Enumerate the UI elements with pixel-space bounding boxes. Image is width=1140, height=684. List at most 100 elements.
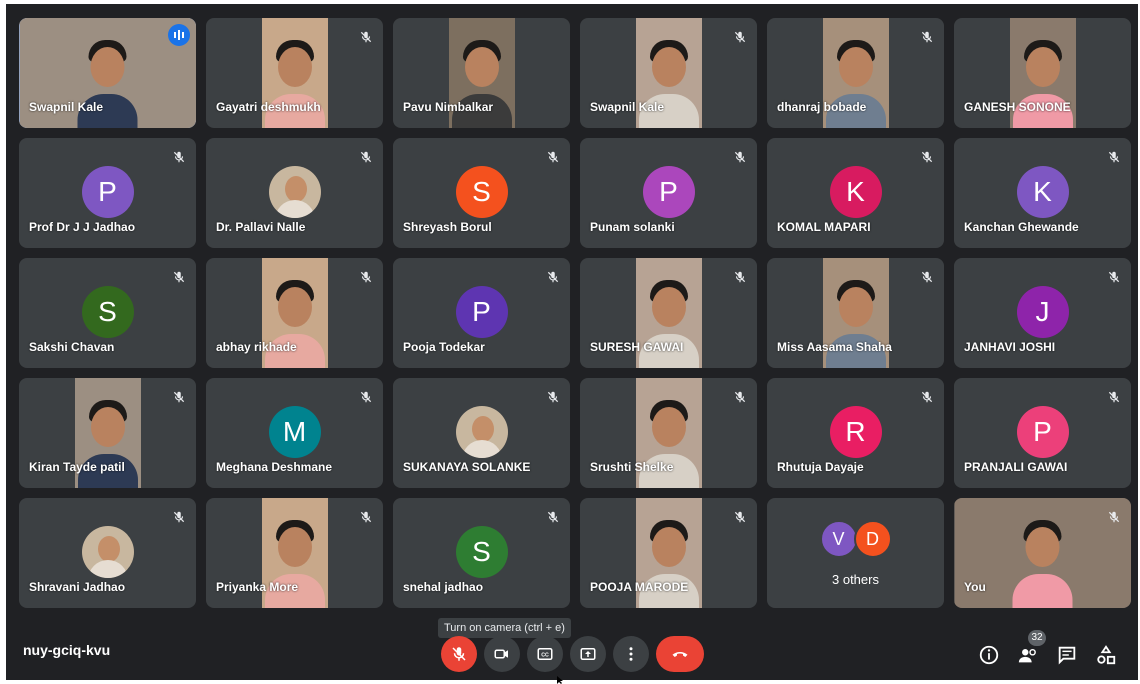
participant-name: Swapnil Kale — [29, 100, 104, 114]
participant-tile[interactable]: P Pooja Todekar — [393, 258, 570, 368]
participant-tile[interactable]: R Rhutuja Dayaje — [767, 378, 944, 488]
participant-tile[interactable]: K Kanchan Ghewande — [954, 138, 1131, 248]
participant-avatar: J — [1016, 286, 1069, 338]
participant-tile[interactable]: SURESH GAWAI — [580, 258, 757, 368]
participant-tile[interactable]: VD 3 others — [767, 498, 944, 608]
participant-avatar: S — [455, 166, 508, 218]
participant-tile[interactable]: POOJA MARODE — [580, 498, 757, 608]
mic-muted-icon — [733, 150, 747, 164]
mic-muted-icon — [359, 30, 373, 44]
participant-name: Meghana Deshmane — [216, 460, 333, 474]
participant-tile[interactable]: You — [954, 498, 1131, 608]
mic-toggle-button[interactable] — [441, 636, 477, 672]
participant-avatar: P — [455, 286, 508, 338]
present-button[interactable] — [570, 636, 606, 672]
more-options-icon — [629, 647, 633, 661]
mic-muted-icon — [1107, 270, 1121, 284]
participant-name: Pooja Todekar — [403, 340, 485, 354]
people-icon — [1018, 648, 1036, 663]
meeting-info-button[interactable] — [978, 644, 1000, 666]
participant-name: Pavu Nimbalkar — [403, 100, 494, 114]
chat-icon — [1058, 646, 1076, 665]
participant-name: dhanraj bobade — [777, 100, 867, 114]
camera-toggle-button[interactable] — [484, 636, 520, 672]
participant-tile[interactable]: S Sakshi Chavan — [19, 258, 196, 368]
mic-muted-icon — [1107, 390, 1121, 404]
participant-name: You — [964, 580, 986, 594]
camera-off-icon — [494, 649, 508, 659]
participant-name: Shreyash Borul — [403, 220, 492, 234]
participant-tile[interactable]: Gayatri deshmukh — [206, 18, 383, 128]
participant-avatar: M — [268, 406, 321, 458]
mic-muted-icon — [733, 390, 747, 404]
others-avatars: VD — [767, 520, 944, 558]
participant-photo-avatar — [268, 166, 321, 218]
participant-name: Swapnil Kale — [590, 100, 665, 114]
participant-tile[interactable]: Srushti Shelke — [580, 378, 757, 488]
participant-name: SUKANAYA SOLANKE — [403, 460, 531, 474]
more-options-button[interactable] — [613, 636, 649, 672]
participant-avatar: K — [1016, 166, 1069, 218]
captions-button[interactable]: CC — [527, 636, 563, 672]
meet-window: Swapnil Kale Gayatri deshmukh Pavu Nimbalk… — [6, 4, 1138, 680]
mic-muted-icon — [733, 510, 747, 524]
participant-avatar: R — [829, 406, 882, 458]
participant-avatar: S — [455, 526, 508, 578]
people-button[interactable] — [1017, 644, 1039, 666]
mouse-cursor-icon — [557, 676, 563, 684]
participant-tile[interactable]: S Shreyash Borul — [393, 138, 570, 248]
participant-tile[interactable]: Swapnil Kale — [580, 18, 757, 128]
mic-muted-icon — [1107, 150, 1121, 164]
participant-tile[interactable]: dhanraj bobade — [767, 18, 944, 128]
mic-muted-icon — [546, 270, 560, 284]
mic-muted-icon — [546, 390, 560, 404]
participant-tile[interactable]: abhay rikhade — [206, 258, 383, 368]
bottom-bar: nuy-gciq-kvu Turn on camera (ctrl + e) C… — [6, 614, 1138, 680]
mic-muted-icon — [546, 510, 560, 524]
participant-tile[interactable]: K KOMAL MAPARI — [767, 138, 944, 248]
participant-name: GANESH SONONE — [964, 100, 1071, 114]
participant-tile[interactable]: P PRANJALI GAWAI — [954, 378, 1131, 488]
others-avatar: D — [853, 520, 892, 558]
participant-tile[interactable]: M Meghana Deshmane — [206, 378, 383, 488]
participant-name: Dr. Pallavi Nalle — [216, 220, 306, 234]
participant-tile[interactable]: Swapnil Kale — [19, 18, 196, 128]
participant-photo-avatar — [455, 406, 508, 458]
participant-tile[interactable]: GANESH SONONE — [954, 18, 1131, 128]
meeting-code[interactable]: nuy-gciq-kvu — [23, 642, 110, 658]
mic-muted-icon — [359, 390, 373, 404]
participant-tile[interactable]: Miss Aasama Shaha — [767, 258, 944, 368]
participant-name: Miss Aasama Shaha — [777, 340, 892, 354]
participant-tile[interactable]: Ssnehal jadhao — [393, 498, 570, 608]
participant-name: Priyanka More — [216, 580, 299, 594]
mic-muted-icon — [920, 390, 934, 404]
participant-tile[interactable]: P Prof Dr J J Jadhao — [19, 138, 196, 248]
participant-name: Punam solanki — [590, 220, 675, 234]
participant-tile[interactable]: Shravani Jadhao — [19, 498, 196, 608]
participant-tile[interactable]: Priyanka More — [206, 498, 383, 608]
mic-muted-icon — [920, 270, 934, 284]
participant-tile[interactable]: J JANHAVI JOSHI — [954, 258, 1131, 368]
participant-tile[interactable]: Kiran Tayde patil — [19, 378, 196, 488]
chat-button[interactable] — [1056, 644, 1078, 666]
present-icon — [580, 648, 596, 660]
participant-tile[interactable]: Pavu Nimbalkar — [393, 18, 570, 128]
participant-name: Shravani Jadhao — [29, 580, 126, 594]
mic-muted-icon — [546, 150, 560, 164]
svg-text:CC: CC — [541, 653, 549, 659]
mic-off-icon — [452, 647, 466, 661]
participant-tile[interactable]: Dr. Pallavi Nalle — [206, 138, 383, 248]
participant-photo-avatar — [81, 526, 134, 578]
participant-tile[interactable]: P Punam solanki — [580, 138, 757, 248]
participant-name: Kanchan Ghewande — [964, 220, 1079, 234]
participant-avatar: S — [81, 286, 134, 338]
participant-name: Sakshi Chavan — [29, 340, 115, 354]
participant-name: POOJA MARODE — [590, 580, 689, 594]
participant-tile[interactable]: SUKANAYA SOLANKE — [393, 378, 570, 488]
others-count-label: 3 others — [832, 572, 879, 587]
activities-icon — [1097, 645, 1116, 665]
activities-button[interactable] — [1095, 644, 1117, 666]
mic-muted-icon — [172, 150, 186, 164]
others-avatar: V — [819, 520, 858, 558]
leave-call-button[interactable] — [656, 636, 704, 672]
